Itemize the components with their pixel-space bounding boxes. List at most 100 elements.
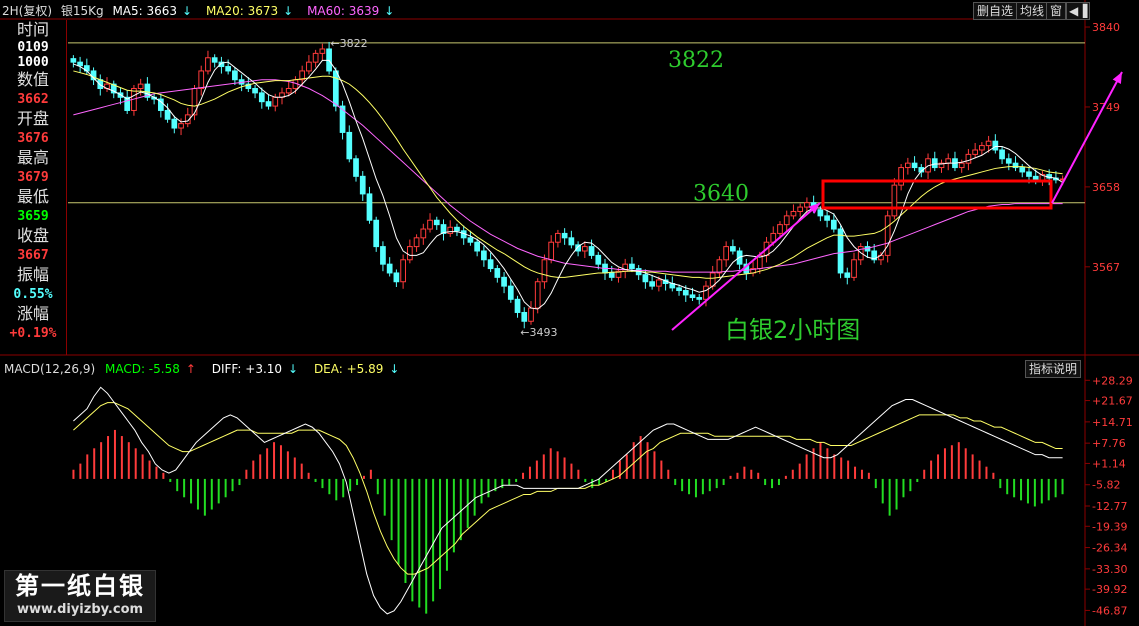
candle-body [481,250,487,261]
candle-body [851,259,857,278]
candle-body [258,92,265,103]
ma20-arrow-icon: ↓ [283,4,294,18]
chart-canvas: 3840374936583567←3822←349338223640白银2小时图… [0,0,1139,626]
candle-body [1019,167,1026,173]
macd-tick-label: +21.67 [1092,395,1133,408]
ma5-line [73,59,1063,310]
open-label: 开盘 [16,109,49,128]
candle-body [319,48,326,54]
macd-text: MACD: -5.58 [104,362,180,376]
candle-body [474,241,481,252]
candle-body [1005,158,1012,164]
candle-body [400,259,406,283]
candle-body [507,285,514,300]
ma20-text: MA20: 3673 [205,4,279,18]
candle-body [380,246,386,265]
macd-tick-label: -33.30 [1092,563,1127,576]
candle-body [716,259,723,274]
candle-body [70,58,77,63]
candle-body [346,131,353,160]
macd-tick-label: +1.14 [1092,457,1126,470]
remove-favorite-button[interactable]: 删自选 [973,2,1018,20]
candle-body [406,246,413,261]
candle-body [306,61,312,72]
macd-arrow-icon: ↑ [185,362,196,376]
price-tick-label: 3567 [1092,261,1120,274]
candle-body [777,224,783,234]
candle-body [427,219,433,230]
time-value-date: 0109 [17,40,49,55]
change-label: 涨幅 [16,304,49,323]
low-marker-label: ←3493 [520,326,557,339]
candle-body [232,70,238,81]
candle-body [804,202,810,208]
indicator-help-button[interactable]: 指标说明 [1025,360,1082,378]
candle-body [783,215,790,226]
macd-tick-label: +28.29 [1092,374,1133,387]
diff-text: DIFF: +3.10 [211,362,283,376]
candle-body [494,268,501,278]
candle-body [588,246,595,256]
candle-body [1026,171,1032,177]
macd-tick-label: -26.34 [1092,542,1127,555]
candle-body [911,162,918,169]
candle-body [178,123,184,129]
dea-value: DEA: +5.89 ↓ [314,362,406,376]
high-marker-label: ←3822 [330,37,367,50]
candle-body [972,149,979,155]
candle-body [979,145,985,151]
candle-body [723,246,730,261]
open-value: 3676 [17,131,49,146]
macd-value: MACD: -5.58 ↑ [105,362,202,376]
candle-body [555,232,561,243]
window-button[interactable]: 窗 [1046,2,1067,20]
level-mid-annotation: 3640 [693,182,749,207]
macd-tick-label: -46.87 [1092,604,1127,617]
candle-body [958,162,965,169]
candle-body [285,88,292,94]
candle-body [312,52,319,63]
macd-tick-label: -19.39 [1092,520,1127,533]
diff-value: DIFF: +3.10 ↓ [212,362,304,376]
diff-line [73,386,1063,615]
candle-body [682,290,689,296]
candle-body [568,237,575,246]
diff-arrow-icon: ↓ [288,362,299,376]
macd-header: MACD(12,26,9) MACD: -5.58 ↑ DIFF: +3.10 ↓ … [4,362,411,376]
low-value: 3659 [17,209,49,224]
candle-body [703,285,709,300]
candle-body [454,226,460,232]
candle-body [830,219,837,230]
candle-body [272,96,279,107]
moving-average-button[interactable]: 均线 [1016,2,1049,20]
change-value: +0.19% [9,326,57,341]
candle-body [332,70,339,107]
candle-body [844,272,851,278]
candle-body [521,311,528,322]
price-tick-label: 3840 [1092,21,1120,34]
candle-body [817,209,824,217]
candle-body [137,83,144,90]
candle-body [205,57,211,72]
candle-body [501,276,507,287]
candle-body [171,118,178,129]
back-icon[interactable]: ◀▐ [1066,2,1091,20]
candle-body [413,237,420,248]
chart-header: 2H(复权) 银15Kg MA5: 3663 ↓ MA20: 3673 ↓ MA60… [2,2,404,18]
ma5-text: MA5: 3663 [112,4,178,18]
macd-tick-label: -5.82 [1092,479,1120,492]
candle-body [447,226,454,234]
amplitude-label: 振幅 [16,265,49,284]
ma60-text: MA60: 3639 [307,4,380,18]
candle-body [931,158,938,169]
candle-body [548,241,555,261]
candle-body [252,88,258,94]
watermark-url: www.diyizby.com [16,602,144,617]
candle-body [528,307,534,322]
dea-arrow-icon: ↓ [389,362,400,376]
level-top-annotation: 3822 [668,48,724,73]
candle-body [514,298,521,313]
macd-tick-label: +14.71 [1092,416,1133,429]
amplitude-value: 0.55% [13,287,53,302]
period-label[interactable]: 2H(复权) [2,4,52,18]
